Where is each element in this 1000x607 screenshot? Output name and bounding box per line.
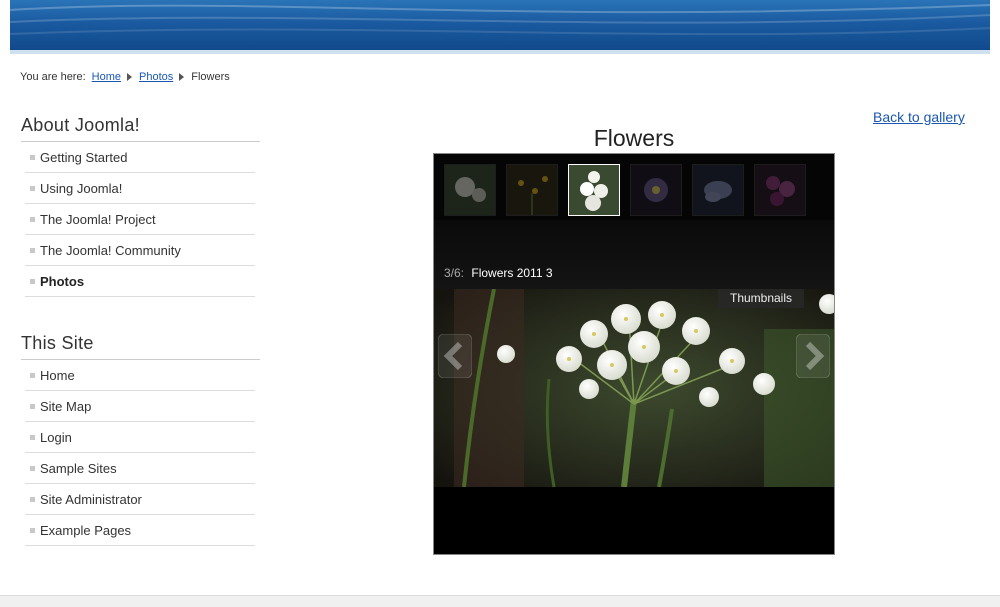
menu-item-label: The Joomla! Community (40, 242, 181, 258)
module-title: About Joomla! (21, 115, 260, 142)
menu-item-label: Using Joomla! (40, 180, 123, 196)
menu-item-home[interactable]: Home (25, 360, 255, 391)
thumbnail-5[interactable] (692, 164, 744, 216)
main-photo (434, 289, 834, 487)
bullet-icon (30, 372, 35, 378)
header-underline (10, 50, 990, 54)
bullet-icon (30, 465, 35, 471)
next-arrow-icon[interactable] (795, 333, 831, 379)
page-title: Flowers (593, 125, 675, 151)
menu-item-joomla-project[interactable]: The Joomla! Project (25, 204, 255, 235)
thumbnail-6[interactable] (754, 164, 806, 216)
image-caption: 3/6: Flowers 2011 3 (444, 266, 553, 280)
bullet-icon (30, 247, 35, 253)
menu-item-label: Getting Started (40, 149, 128, 165)
thumbnail-2[interactable] (506, 164, 558, 216)
module-menu: Getting Started Using Joomla! The Joomla… (21, 142, 260, 297)
bullet-icon (30, 185, 35, 191)
header-banner (10, 0, 990, 50)
thumbnail-strip (434, 154, 834, 220)
bullet-icon (30, 278, 35, 284)
breadcrumb-arrow-icon (179, 73, 185, 81)
module-about-joomla: About Joomla! Getting Started Using Joom… (21, 115, 260, 297)
menu-item-label: Home (40, 367, 75, 383)
footer-bar (0, 595, 1000, 607)
menu-item-sample-sites[interactable]: Sample Sites (25, 453, 255, 484)
menu-item-site-map[interactable]: Site Map (25, 391, 255, 422)
bullet-icon (30, 527, 35, 533)
menu-item-label: Sample Sites (40, 460, 117, 476)
breadcrumb-link-home[interactable]: Home (92, 71, 121, 83)
thumbnail-4[interactable] (630, 164, 682, 216)
menu-item-label: The Joomla! Project (40, 211, 156, 227)
image-title: Flowers 2011 3 (471, 266, 553, 280)
bullet-icon (30, 434, 35, 440)
menu-item-label: Login (40, 429, 72, 445)
image-counter: 3/6: (444, 266, 465, 280)
menu-item-joomla-community[interactable]: The Joomla! Community (25, 235, 255, 266)
menu-item-label: Example Pages (40, 522, 132, 538)
bullet-icon (30, 403, 35, 409)
bullet-icon (30, 496, 35, 502)
menu-item-getting-started[interactable]: Getting Started (25, 142, 255, 173)
menu-item-example-pages[interactable]: Example Pages (25, 515, 255, 546)
previous-arrow-icon[interactable] (437, 333, 473, 379)
photo-gallery: 3/6: Flowers 2011 3 Thumbnails (433, 153, 835, 555)
breadcrumb-prefix: You are here: (20, 71, 86, 83)
menu-item-photos[interactable]: Photos (25, 266, 255, 297)
bullet-icon (30, 216, 35, 222)
menu-item-using-joomla[interactable]: Using Joomla! (25, 173, 255, 204)
menu-item-label: Site Administrator (40, 491, 142, 507)
thumbnail-1[interactable] (444, 164, 496, 216)
menu-item-label: Photos (40, 273, 85, 289)
module-menu: Home Site Map Login Sample Sites Site Ad… (21, 360, 260, 546)
breadcrumb-current: Flowers (191, 71, 230, 83)
thumbnail-3[interactable] (568, 164, 620, 216)
breadcrumb: You are here: Home Photos Flowers (20, 71, 230, 83)
menu-item-site-administrator[interactable]: Site Administrator (25, 484, 255, 515)
menu-item-login[interactable]: Login (25, 422, 255, 453)
bullet-icon (30, 154, 35, 160)
breadcrumb-link-photos[interactable]: Photos (139, 71, 173, 83)
header-wave-graphic (10, 4, 990, 36)
thumbnails-toggle-button[interactable]: Thumbnails (718, 289, 804, 308)
back-to-gallery-link[interactable]: Back to gallery (873, 109, 965, 125)
module-title: This Site (21, 333, 260, 360)
menu-item-label: Site Map (40, 398, 92, 414)
breadcrumb-arrow-icon (127, 73, 132, 81)
module-this-site: This Site Home Site Map Login Sample Sit… (21, 333, 260, 546)
